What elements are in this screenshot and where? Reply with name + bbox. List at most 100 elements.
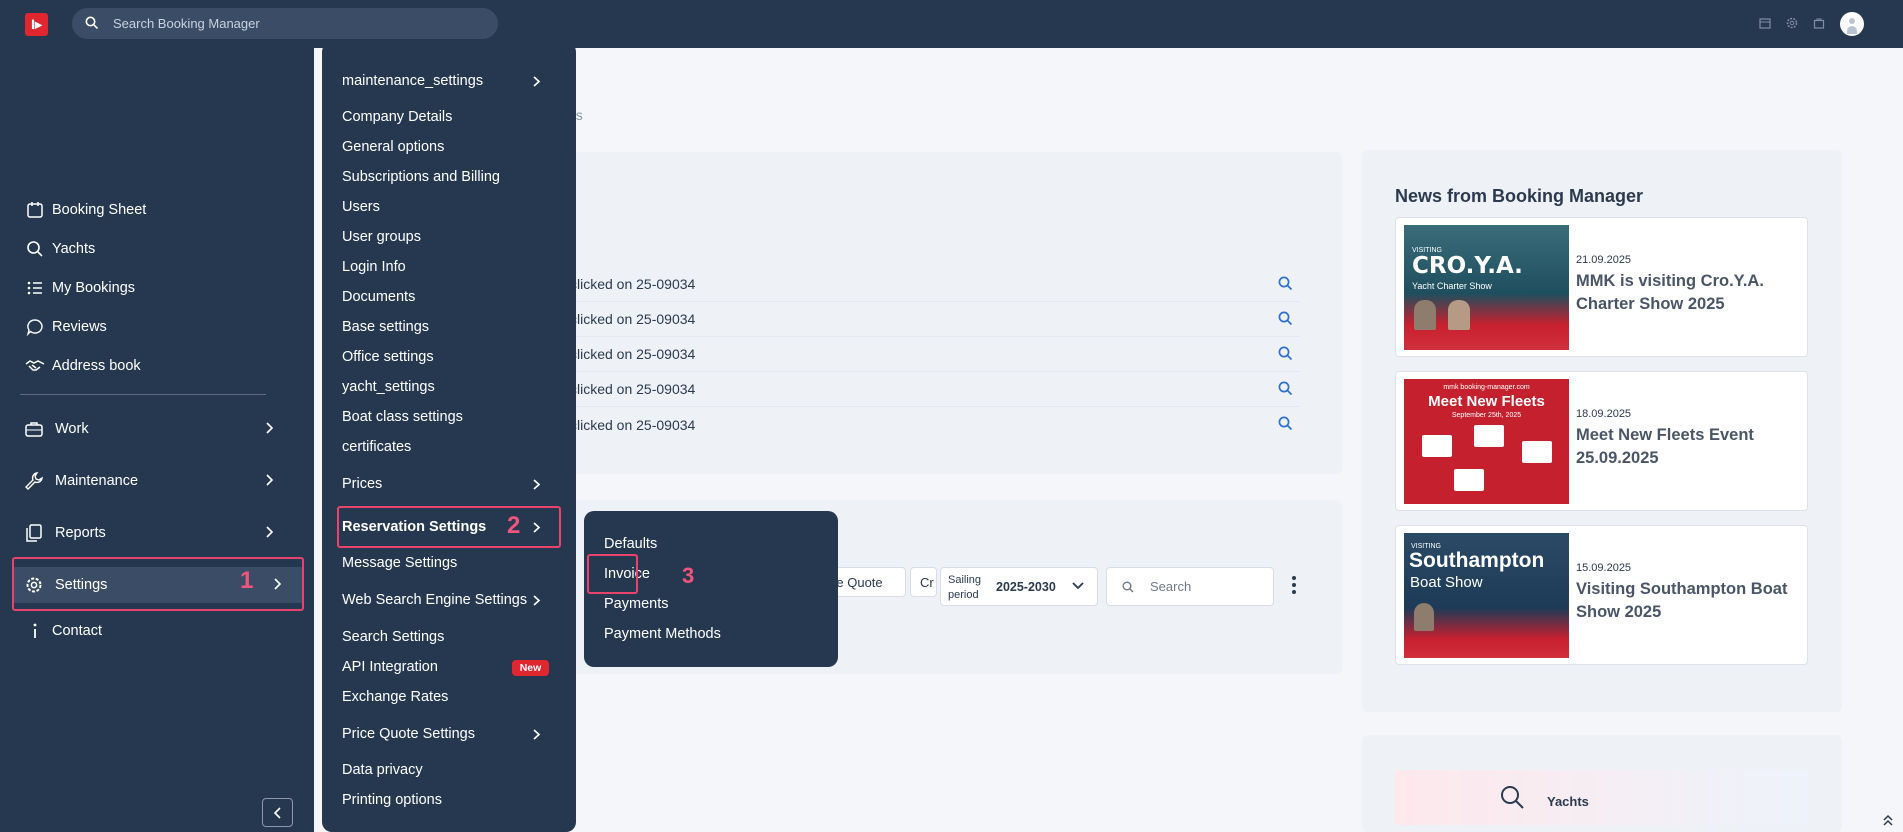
menu-item-exchange-rates[interactable]: Exchange Rates [342,689,448,705]
menu-item-documents[interactable]: Documents [342,289,415,305]
news-card[interactable]: VISITING Southampton Boat Show 15.09.202… [1395,525,1808,665]
global-search[interactable]: Search Booking Manager [72,8,498,39]
news-headline[interactable]: Visiting Southampton Boat Show 2025 [1576,578,1796,624]
submenu-item-payment-methods[interactable]: Payment Methods [604,626,721,642]
menu-item-boat-class-settings[interactable]: Boat class settings [342,409,463,425]
menu-item-search-settings[interactable]: Search Settings [342,629,444,645]
menu-item-message-settings[interactable]: Message Settings [342,555,457,571]
collapse-sidebar-button[interactable] [262,798,293,827]
sidebar-group-maintenance[interactable]: Maintenance [24,463,284,499]
news-card[interactable]: mmk booking-manager.com Meet New Fleets … [1395,371,1808,511]
menu-item-base-settings[interactable]: Base settings [342,319,429,335]
step-number-1: 1 [240,567,254,594]
step-number-3: 3 [682,563,695,588]
step-number-2: 2 [507,512,521,539]
menu-item-subscriptions[interactable]: Subscriptions and Billing [342,169,500,185]
menu-item-api-integration[interactable]: API Integration [342,659,438,675]
sidebar-item-address-book[interactable]: Address book [24,351,141,381]
bookings-search-input[interactable]: Search [1106,567,1274,606]
sidebar-item-label: Yachts [52,241,96,257]
submenu-item-payments[interactable]: Payments [604,596,668,612]
menu-item-prices[interactable]: Prices [342,476,382,492]
sidebar-item-my-bookings[interactable]: My Bookings [24,273,135,303]
sidebar-group-reports[interactable]: Reports [24,515,284,551]
menu-item-maintenance-settings[interactable]: maintenance_settings [342,73,483,89]
menu-item-office-settings[interactable]: Office settings [342,349,434,365]
search-icon[interactable] [1278,276,1293,291]
sidebar-item-reviews[interactable]: Reviews [24,312,107,342]
activity-text: clicked on 25-09034 [570,416,696,433]
sidebar-item-label: Address book [52,358,141,374]
calendar-icon [24,199,46,221]
sidebar-item-label: Booking Sheet [52,202,147,218]
chevron-right-icon [266,474,274,486]
news-image: VISITING CRO.Y.A. Yacht Charter Show [1404,225,1569,350]
menu-item-web-search-engine-settings[interactable]: Web Search Engine Settings [342,592,527,608]
activity-row: clicked on 25-09034 [570,372,1300,407]
news-headline[interactable]: Meet New Fleets Event 25.09.2025 [1576,424,1796,470]
search-icon[interactable] [1278,311,1293,326]
search-icon[interactable] [1278,381,1293,396]
menu-item-certificates[interactable]: certificates [342,439,411,455]
sidebar-item-booking-sheet[interactable]: Booking Sheet [24,195,146,225]
menu-item-yacht-settings[interactable]: yacht_settings [342,379,435,395]
sidebar-group-work[interactable]: Work [24,411,284,447]
news-image: mmk booking-manager.com Meet New Fleets … [1404,379,1569,504]
activity-text: clicked on 25-09034 [570,346,696,362]
news-title: News from Booking Manager [1395,186,1644,206]
menu-item-user-groups[interactable]: User groups [342,229,421,245]
list-icon [24,277,46,299]
sailing-period-value: 2025-2030 [996,580,1056,594]
chevron-right-icon [533,76,541,87]
create-button[interactable]: Cr [910,567,937,597]
chevron-right-icon [266,526,274,538]
news-headline[interactable]: MMK is visiting Cro.Y.A. Charter Show 20… [1576,270,1796,316]
chevron-left-icon [273,806,281,819]
app-logo[interactable]: I▸ [25,13,48,36]
sidebar-item-contact[interactable]: Contact [24,616,102,646]
search-icon[interactable] [1278,346,1293,361]
activity-text: clicked on 25-09034 [570,276,696,292]
more-options-icon[interactable] [1291,574,1297,596]
info-icon [24,620,46,642]
menu-item-general-options[interactable]: General options [342,139,444,155]
new-badge: New [512,660,549,676]
news-date: 18.09.2025 [1576,408,1632,420]
search-icon [1501,786,1524,809]
chevron-down-icon [1072,582,1084,590]
search-placeholder: Search [1150,579,1192,594]
menu-item-data-privacy[interactable]: Data privacy [342,762,423,778]
calendar-icon[interactable] [1758,16,1772,30]
activity-row: clicked on 25-09034 [570,302,1300,337]
global-search-placeholder: Search Booking Manager [113,16,260,31]
sidebar-item-label: Reviews [52,319,107,335]
menu-item-printing-options[interactable]: Printing options [342,792,442,808]
menu-item-login-info[interactable]: Login Info [342,259,406,275]
menu-item-users[interactable]: Users [342,199,380,215]
news-date: 15.09.2025 [1576,562,1632,574]
yachts-widget-label: Yachts [1547,794,1589,809]
yachts-widget-button[interactable]: Yachts [1395,770,1808,825]
sidebar-group-label: Maintenance [55,473,139,489]
submenu-item-defaults[interactable]: Defaults [604,536,657,552]
search-icon [85,16,99,30]
reservation-settings-highlight-box [337,506,561,548]
sidebar-group-label: Reports [55,525,106,541]
search-icon[interactable] [1278,416,1293,431]
scroll-to-top-icon[interactable] [1882,813,1894,827]
settings-flyout-menu [322,42,576,832]
sidebar-item-yachts[interactable]: Yachts [24,234,95,264]
news-card[interactable]: VISITING CRO.Y.A. Yacht Charter Show 21.… [1395,217,1808,357]
menu-item-company-details[interactable]: Company Details [342,109,452,125]
activity-row: clicked on 25-09034 [570,337,1300,372]
activity-text: clicked on 25-09034 [570,311,696,327]
sailing-period-select[interactable]: Sailing period 2025-2030 [940,567,1098,606]
settings-highlight-box [12,557,304,611]
user-avatar[interactable] [1840,12,1864,36]
news-date: 21.09.2025 [1576,254,1632,266]
wrench-icon [24,471,46,491]
gear-icon[interactable] [1785,16,1799,30]
invoice-highlight-box [587,554,638,594]
bag-icon[interactable] [1812,16,1826,30]
menu-item-price-quote-settings[interactable]: Price Quote Settings [342,726,475,742]
